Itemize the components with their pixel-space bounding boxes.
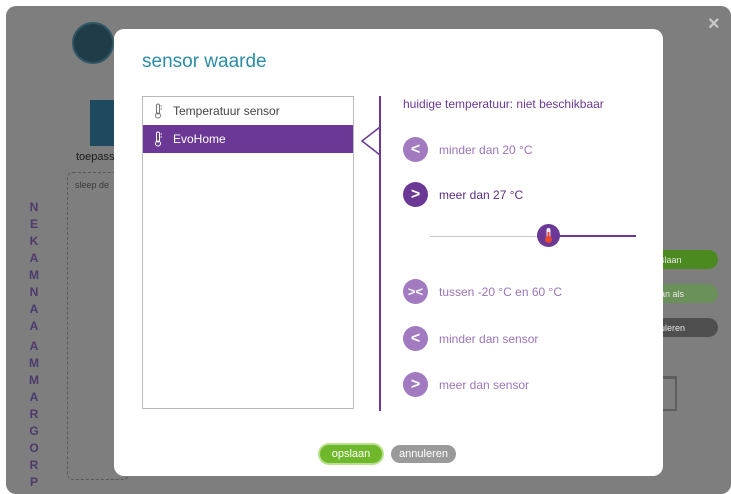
option-less-than-value[interactable]: < minder dan 20 °C [403, 137, 533, 162]
background-cancel-button[interactable]: uleren [656, 318, 718, 337]
sensor-value-dialog: sensor waarde Temperatuur sensor EvoHome… [114, 29, 663, 476]
vertical-title-letter: M [29, 268, 39, 282]
drop-zone-hint: sleep de [75, 180, 110, 190]
option-between-values[interactable]: >< tussen -20 °C en 60 °C [403, 279, 562, 304]
vertical-title-letter: N [29, 200, 39, 214]
option-label: meer dan sensor [439, 377, 530, 392]
option-label: tussen -20 °C en 60 °C [439, 284, 562, 299]
sensor-list-item-temperature[interactable]: Temperatuur sensor [143, 97, 353, 125]
background-save-as-button[interactable]: an als [656, 284, 718, 303]
vertical-title-letter: A [29, 251, 39, 265]
option-greater-than-value[interactable]: > meer dan 27 °C [403, 182, 523, 207]
vertical-title-letter: P [29, 475, 38, 489]
vertical-title-letter: A [29, 302, 39, 316]
sensor-list-item-evohome[interactable]: EvoHome [143, 125, 353, 153]
slider-track-active [549, 235, 636, 237]
vertical-title-letter: K [29, 234, 39, 248]
save-button[interactable]: opslaan [320, 445, 382, 463]
less-than-icon: < [403, 326, 428, 351]
slider-handle[interactable] [537, 224, 560, 247]
vertical-title-letter: M [29, 373, 39, 387]
vertical-title-letter: A [29, 319, 39, 333]
vertical-title-letter: R [29, 458, 39, 472]
sensor-list: Temperatuur sensor EvoHome [142, 96, 354, 409]
vertical-title-letter: G [29, 424, 39, 438]
app-logo-icon [72, 22, 114, 64]
temperature-slider[interactable] [430, 222, 636, 252]
vertical-title-letter: A [29, 390, 39, 404]
thermometer-icon [545, 228, 552, 243]
current-temperature-text: huidige temperatuur: niet beschikbaar [403, 97, 604, 111]
applications-label: toepass [76, 151, 115, 163]
thermometer-icon [155, 131, 162, 147]
less-than-icon: < [403, 137, 428, 162]
sensor-list-label: Temperatuur sensor [173, 104, 280, 118]
vertical-title-letter: R [29, 407, 39, 421]
vertical-page-title: N E K A M N A A A M M A R G O R P [27, 200, 41, 489]
vertical-title-letter: M [29, 356, 39, 370]
vertical-title-letter: E [29, 217, 38, 231]
background-save-button[interactable]: slaan [656, 250, 718, 269]
greater-than-icon: > [403, 372, 428, 397]
cancel-button[interactable]: annuleren [391, 445, 456, 463]
between-icon: >< [403, 279, 428, 304]
vertical-title-letter: A [29, 339, 39, 353]
option-less-than-sensor[interactable]: < minder dan sensor [403, 326, 538, 351]
option-label: meer dan 27 °C [439, 187, 524, 202]
dialog-title: sensor waarde [142, 51, 267, 72]
option-label: minder dan 20 °C [439, 142, 533, 157]
greater-than-icon: > [403, 182, 428, 207]
slider-track [430, 236, 549, 237]
option-label: minder dan sensor [439, 331, 539, 346]
vertical-title-letter: N [29, 285, 39, 299]
close-icon[interactable]: × [708, 14, 720, 34]
vertical-title-letter: O [29, 441, 39, 455]
option-greater-than-sensor[interactable]: > meer dan sensor [403, 372, 529, 397]
vertical-divider [379, 96, 381, 411]
thermometer-icon [155, 103, 162, 119]
sensor-list-label: EvoHome [173, 132, 226, 146]
